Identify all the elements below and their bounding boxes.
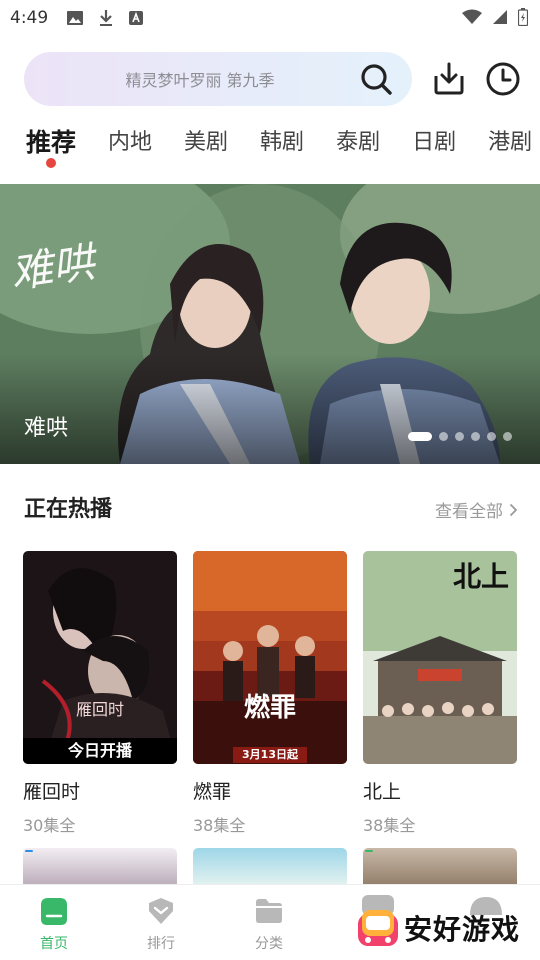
- banner-calligraphy-logo: 难哄: [7, 237, 98, 298]
- drama-poster[interactable]: [363, 848, 517, 888]
- tab-label: 韩剧: [260, 130, 305, 155]
- poster-image: [193, 551, 347, 764]
- system-icons: [462, 8, 528, 26]
- search-row: 精灵梦叶罗丽 第九季: [24, 52, 524, 106]
- tab-label: 港剧: [488, 130, 533, 155]
- history-icon[interactable]: [484, 60, 522, 98]
- drama-title: 燃罪: [193, 781, 232, 803]
- drama-card[interactable]: 雁回时 今日开播 雁回时 30集全: [23, 551, 177, 835]
- nav-ranking[interactable]: 排行: [126, 895, 196, 953]
- home-icon: [41, 898, 67, 925]
- chevron-right-icon: [509, 503, 518, 516]
- tab-label: 日剧: [412, 130, 457, 155]
- banner-pagination: [408, 432, 512, 441]
- drama-row-2: [23, 848, 523, 888]
- status-bar: 4:49: [0, 0, 540, 36]
- drama-poster[interactable]: 燃罪 3月13日起: [193, 551, 347, 764]
- nav-label: 排行: [147, 936, 175, 952]
- drama-episodes: 30集全: [23, 816, 76, 835]
- notification-icons: [66, 9, 144, 27]
- drama-title: 雁回时: [23, 781, 81, 803]
- banner-dot[interactable]: [503, 432, 512, 441]
- tab-korean-drama[interactable]: 韩剧: [260, 124, 304, 164]
- drama-episodes: 38集全: [193, 816, 246, 835]
- banner-dot[interactable]: [455, 432, 464, 441]
- tab-label: 内地: [108, 130, 153, 155]
- section-title: 正在热播: [24, 497, 113, 522]
- nav-label: 首页: [40, 936, 68, 952]
- poster-date: 3月13日起: [242, 748, 298, 761]
- tab-hk-drama[interactable]: 港剧: [488, 124, 532, 164]
- download-icon[interactable]: [430, 60, 468, 98]
- banner-dot[interactable]: [487, 432, 496, 441]
- banner-dot[interactable]: [471, 432, 480, 441]
- tab-label: 推荐: [26, 128, 77, 157]
- tab-label: 泰剧: [336, 130, 381, 155]
- app-notification-icon: [129, 11, 144, 25]
- search-placeholder: 精灵梦叶罗丽 第九季: [125, 71, 275, 90]
- image-notification-icon: [67, 11, 84, 25]
- search-input[interactable]: 精灵梦叶罗丽 第九季: [24, 52, 412, 106]
- banner-shade: [0, 354, 540, 464]
- poster-title-text: 北上: [452, 560, 509, 593]
- banner-title: 难哄: [24, 416, 69, 441]
- tab-thai-drama[interactable]: 泰剧: [336, 124, 380, 164]
- battery-icon: [518, 8, 528, 26]
- active-tab-indicator: [46, 158, 56, 168]
- gamepad-logo-icon: [358, 910, 398, 946]
- tab-label: 美剧: [184, 130, 229, 155]
- drama-card[interactable]: 北上 北上 38集全: [363, 551, 517, 835]
- wifi-icon: [462, 9, 482, 24]
- drama-card[interactable]: 燃罪 3月13日起 燃罪 38集全: [193, 551, 347, 835]
- watermark: 安好游戏: [356, 900, 536, 956]
- category-tabs: 推荐 内地 美剧 韩剧 泰剧 日剧 港剧: [26, 124, 540, 170]
- see-all-link[interactable]: 查看全部: [435, 497, 518, 522]
- hero-banner[interactable]: 难哄 难哄: [0, 184, 540, 464]
- watermark-text: 安好游戏: [404, 913, 521, 946]
- poster-title-text: 雁回时: [75, 700, 124, 719]
- tab-mainland[interactable]: 内地: [108, 124, 152, 164]
- signal-icon: [493, 10, 507, 24]
- folder-icon: [256, 899, 282, 923]
- nav-category[interactable]: 分类: [234, 895, 304, 953]
- tab-recommend[interactable]: 推荐: [26, 124, 77, 168]
- drama-title: 北上: [363, 781, 402, 803]
- tab-us-drama[interactable]: 美剧: [184, 124, 228, 164]
- drama-episodes: 38集全: [363, 816, 416, 835]
- nav-home[interactable]: 首页: [19, 895, 89, 953]
- poster-badge: [25, 850, 33, 852]
- drama-poster[interactable]: [23, 848, 177, 888]
- see-all-label: 查看全部: [435, 502, 503, 522]
- drama-poster[interactable]: 雁回时 今日开播: [23, 551, 177, 764]
- poster-image: [23, 551, 177, 764]
- banner-dot[interactable]: [439, 432, 448, 441]
- poster-label: 今日开播: [23, 738, 177, 764]
- search-icon[interactable]: [356, 59, 396, 99]
- drama-poster[interactable]: [193, 848, 347, 888]
- poster-badge: [365, 850, 373, 852]
- poster-title-text: 燃罪: [243, 693, 296, 723]
- tab-japanese-drama[interactable]: 日剧: [412, 124, 456, 164]
- drama-poster[interactable]: 北上: [363, 551, 517, 764]
- nav-label: 分类: [255, 936, 283, 952]
- download-notification-icon: [100, 10, 113, 26]
- heart-icon: [149, 898, 173, 924]
- status-time: 4:49: [10, 8, 49, 28]
- banner-dot[interactable]: [408, 432, 432, 441]
